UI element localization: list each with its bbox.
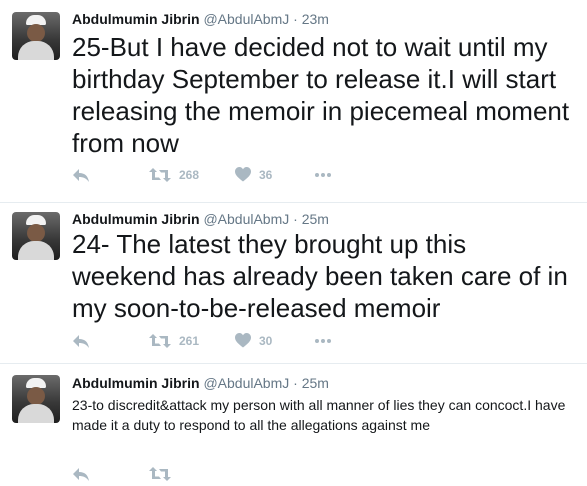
- retweet-icon: [149, 334, 171, 348]
- author-name[interactable]: Abdulmumin Jibrin: [72, 211, 200, 227]
- retweet-count: 268: [179, 168, 200, 182]
- avatar[interactable]: [12, 12, 60, 60]
- retweet-button[interactable]: 268: [149, 167, 199, 183]
- retweet-button[interactable]: [149, 466, 171, 482]
- author-name[interactable]: Abdulmumin Jibrin: [72, 375, 200, 391]
- separator: ·: [293, 211, 298, 227]
- like-count: 30: [259, 333, 273, 348]
- avatar[interactable]: [12, 375, 60, 423]
- like-button[interactable]: 30: [235, 333, 272, 348]
- tweet-header: Abdulmumin Jibrin @AbdulAbmJ · 25m: [72, 375, 329, 391]
- separator: ·: [293, 375, 298, 391]
- tweet-header: Abdulmumin Jibrin @AbdulAbmJ · 23m: [72, 11, 329, 27]
- author-name[interactable]: Abdulmumin Jibrin: [72, 11, 200, 27]
- retweet-icon: [149, 467, 171, 481]
- avatar[interactable]: [12, 212, 60, 260]
- more-button[interactable]: [315, 173, 331, 177]
- separator: ·: [293, 11, 298, 27]
- like-count: 36: [259, 167, 273, 182]
- retweet-button[interactable]: 261: [149, 333, 199, 349]
- author-handle[interactable]: @AbdulAbmJ: [203, 375, 289, 391]
- tweet[interactable]: Abdulmumin Jibrin @AbdulAbmJ · 25m 24- T…: [0, 203, 587, 363]
- more-icon: [315, 173, 331, 177]
- timestamp[interactable]: 23m: [302, 11, 329, 27]
- like-button[interactable]: 36: [235, 167, 272, 182]
- heart-icon: [235, 167, 251, 182]
- heart-icon: [235, 333, 251, 348]
- author-handle[interactable]: @AbdulAbmJ: [203, 211, 289, 227]
- tweet-header: Abdulmumin Jibrin @AbdulAbmJ · 25m: [72, 211, 329, 227]
- more-button[interactable]: [315, 339, 331, 343]
- tweet[interactable]: Abdulmumin Jibrin @AbdulAbmJ · 23m 25-Bu…: [0, 0, 587, 202]
- tweet-text: 24- The latest they brought up this week…: [72, 229, 568, 323]
- reply-icon: [73, 335, 89, 348]
- tweet-text: 23-to discredit&attack my person with al…: [72, 397, 566, 433]
- tweet[interactable]: Abdulmumin Jibrin @AbdulAbmJ · 25m 23-to…: [0, 364, 587, 481]
- timestamp[interactable]: 25m: [302, 375, 329, 391]
- more-icon: [315, 339, 331, 343]
- timestamp[interactable]: 25m: [302, 211, 329, 227]
- reply-icon: [73, 169, 89, 182]
- reply-button[interactable]: [72, 167, 90, 183]
- reply-button[interactable]: [72, 333, 90, 349]
- reply-icon: [73, 468, 89, 481]
- retweet-icon: [149, 168, 171, 182]
- tweet-text: 25-But I have decided not to wait until …: [72, 32, 570, 158]
- retweet-count: 261: [179, 334, 200, 348]
- reply-button[interactable]: [72, 466, 90, 482]
- author-handle[interactable]: @AbdulAbmJ: [203, 11, 289, 27]
